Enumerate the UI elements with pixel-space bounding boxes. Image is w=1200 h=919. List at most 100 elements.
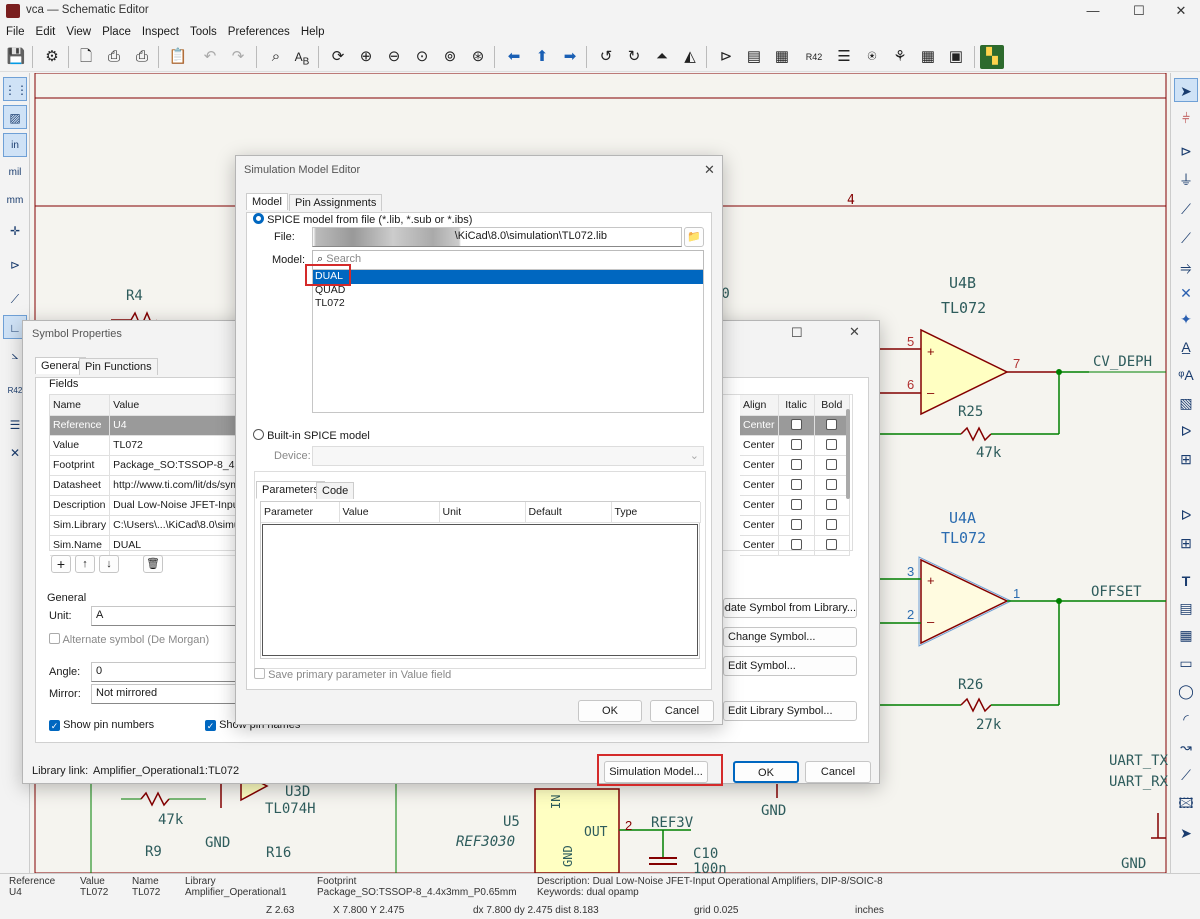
builtin-model-option[interactable]: Built-in SPICE model xyxy=(253,429,370,442)
maximize-button[interactable]: ☐ xyxy=(1116,2,1162,20)
italic-checkbox[interactable] xyxy=(790,518,802,530)
save-icon[interactable]: 💾 xyxy=(4,45,28,69)
add-power-icon[interactable]: ⏚ xyxy=(1174,168,1198,192)
field-name[interactable]: Description xyxy=(50,495,111,516)
symbol-library-icon[interactable]: ▤ xyxy=(742,45,766,69)
line-icon[interactable]: ⟋ xyxy=(1174,763,1198,787)
mirror-vertical-icon[interactable]: ⏶ xyxy=(650,45,674,69)
erc-icon[interactable]: ☰ xyxy=(832,45,856,69)
symbol-ok-button[interactable]: OK xyxy=(733,761,799,783)
delete-field-icon[interactable]: 🗑 xyxy=(143,555,163,573)
dialog-close-button[interactable]: ✕ xyxy=(849,324,860,340)
navigate-up-icon[interactable]: ⬆ xyxy=(530,45,554,69)
model-list[interactable]: DUAL QUAD TL072 xyxy=(312,269,704,413)
parameters-grid[interactable]: Parameter Value Unit Default Type xyxy=(260,501,701,659)
unit-select[interactable]: A xyxy=(91,606,236,626)
menu-edit[interactable]: Edit xyxy=(30,22,61,38)
sim-editor-close-button[interactable]: ✕ xyxy=(704,162,715,178)
field-name[interactable]: Sim.Name xyxy=(50,535,111,556)
bom-icon[interactable]: ▣ xyxy=(944,45,968,69)
footprint-assign-icon[interactable]: ▦ xyxy=(770,45,794,69)
paste-icon[interactable]: 📋 xyxy=(166,45,190,69)
field-align[interactable]: Center xyxy=(740,475,779,496)
italic-checkbox[interactable] xyxy=(790,478,802,490)
model-item-dual[interactable]: DUAL xyxy=(313,270,703,284)
italic-checkbox[interactable] xyxy=(790,418,802,430)
schematic-setup-icon[interactable]: ⚙ xyxy=(40,45,64,69)
bold-checkbox[interactable] xyxy=(826,478,838,490)
change-symbol-button[interactable]: Change Symbol... xyxy=(723,627,857,647)
inches-unit-icon[interactable]: in xyxy=(3,133,27,157)
field-align[interactable]: Center xyxy=(740,515,779,536)
edit-symbol-button[interactable]: Edit Symbol... xyxy=(723,656,857,676)
tab-parameters[interactable]: Parameters xyxy=(256,481,325,499)
grid-overrides-icon[interactable]: ▨ xyxy=(3,105,27,129)
field-align[interactable]: Center xyxy=(740,435,779,456)
tab-model[interactable]: Model xyxy=(246,193,288,210)
model-item-quad[interactable]: QUAD xyxy=(313,284,703,297)
bold-checkbox[interactable] xyxy=(826,538,838,550)
print-icon[interactable]: ⎙ xyxy=(102,45,126,69)
net-class-directive-icon[interactable]: ᵠA xyxy=(1174,363,1198,387)
angle-select[interactable]: 0 xyxy=(91,662,236,682)
update-symbol-button[interactable]: Update Symbol from Library... xyxy=(723,598,857,618)
assign-footprints-icon[interactable]: ⚘ xyxy=(888,45,912,69)
symbol-editor-icon[interactable]: ⊳ xyxy=(714,45,738,69)
table-icon[interactable]: ▦ xyxy=(1174,623,1198,647)
hier-label-icon[interactable]: ⊞ xyxy=(1174,447,1198,471)
field-name[interactable]: Sim.Library xyxy=(50,515,111,536)
move-up-button[interactable]: ↑ xyxy=(75,555,95,573)
zoom-in-icon[interactable]: ⊕ xyxy=(354,45,378,69)
file-path-input[interactable]: \KiCad\8.0\simulation\TL072.lib xyxy=(312,227,682,247)
tab-pin-functions[interactable]: Pin Functions xyxy=(79,358,158,375)
sim-cancel-button[interactable]: Cancel xyxy=(650,700,714,722)
menu-help[interactable]: Help xyxy=(295,22,330,38)
folder-icon[interactable]: 📁 xyxy=(684,227,704,247)
navigate-back-icon[interactable]: ⬅ xyxy=(502,45,526,69)
add-symbol-icon[interactable]: ⊳ xyxy=(1174,139,1198,163)
plot-icon[interactable]: ⎙ xyxy=(130,45,154,69)
text-icon[interactable]: T xyxy=(1174,569,1198,593)
undo-icon[interactable]: ↶ xyxy=(198,45,222,69)
italic-checkbox[interactable] xyxy=(790,458,802,470)
find-icon[interactable]: ⌕ xyxy=(264,45,288,69)
menu-view[interactable]: View xyxy=(60,22,96,38)
alternate-symbol-option[interactable]: Alternate symbol (De Morgan) xyxy=(49,633,209,646)
image-icon[interactable]: 🖾 xyxy=(1174,791,1198,815)
bold-checkbox[interactable] xyxy=(826,458,838,470)
add-field-button[interactable]: + xyxy=(51,555,71,573)
bus-entry-icon[interactable]: ⥤ xyxy=(1174,255,1198,279)
edit-library-symbol-button[interactable]: Edit Library Symbol... xyxy=(723,701,857,721)
save-primary-option[interactable]: Save primary parameter in Value field xyxy=(254,668,451,681)
italic-checkbox[interactable] xyxy=(790,498,802,510)
bezier-icon[interactable]: ↝ xyxy=(1174,735,1198,759)
menu-tools[interactable]: Tools xyxy=(184,22,222,38)
field-align[interactable]: Center xyxy=(740,495,779,516)
refresh-icon[interactable]: ⟳ xyxy=(326,45,350,69)
zoom-objects-icon[interactable]: ⊚ xyxy=(438,45,462,69)
select-icon[interactable]: ➤ xyxy=(1174,78,1198,102)
circle-icon[interactable]: ◯ xyxy=(1174,679,1198,703)
field-align[interactable]: Center xyxy=(740,455,779,476)
junction-icon[interactable]: ✦ xyxy=(1174,307,1198,331)
move-down-button[interactable]: ↓ xyxy=(99,555,119,573)
menu-inspect[interactable]: Inspect xyxy=(136,22,184,38)
italic-checkbox[interactable] xyxy=(790,438,802,450)
annotate-icon[interactable]: R42 xyxy=(802,45,826,69)
field-align[interactable]: Center xyxy=(740,535,779,556)
simulator-icon[interactable]: ⍟ xyxy=(860,45,884,69)
hidden-pins-icon[interactable]: ⊳ xyxy=(3,253,27,277)
highlight-net-icon[interactable]: ⫩ xyxy=(1174,106,1198,130)
fields-scrollbar[interactable] xyxy=(846,409,850,499)
model-search-field[interactable]: ⌕ Search xyxy=(312,250,704,270)
minimize-button[interactable]: — xyxy=(1070,2,1116,20)
italic-checkbox[interactable] xyxy=(790,538,802,550)
rotate-ccw-icon[interactable]: ↺ xyxy=(594,45,618,69)
add-wire-icon[interactable]: ⟋ xyxy=(1174,197,1198,221)
text-box-icon[interactable]: ▤ xyxy=(1174,596,1198,620)
sim-ok-button[interactable]: OK xyxy=(578,700,642,722)
sheet-pin-icon[interactable]: ᐅ xyxy=(1174,503,1198,527)
rotate-cw-icon[interactable]: ↻ xyxy=(622,45,646,69)
show-pin-numbers-option[interactable]: ✓ Show pin numbers xyxy=(49,719,154,731)
add-bus-icon[interactable]: ⟋ xyxy=(1174,226,1198,250)
